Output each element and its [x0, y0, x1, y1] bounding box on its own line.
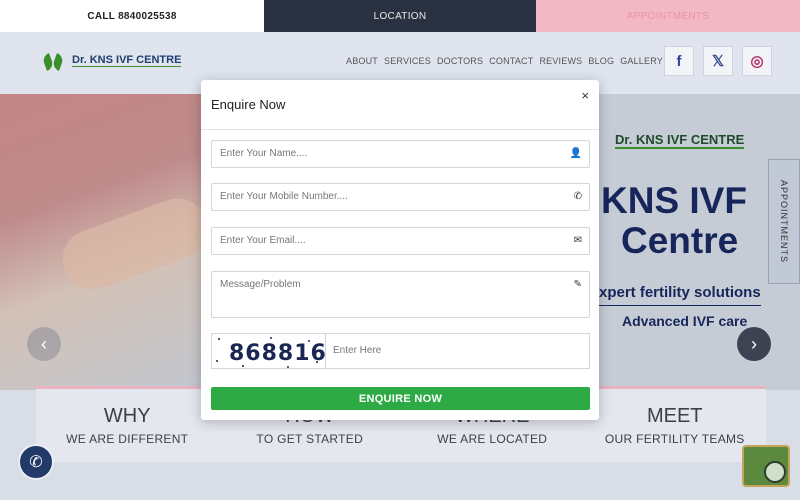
captcha-noise	[242, 365, 244, 367]
captcha-placeholder: Enter Here	[333, 345, 382, 356]
message-field[interactable]: Message/Problem ✎	[211, 271, 590, 318]
captcha-noise	[218, 338, 220, 340]
captcha-noise	[316, 361, 318, 363]
captcha-noise	[270, 337, 272, 339]
close-icon[interactable]: ×	[581, 88, 589, 103]
pencil-icon: ✎	[573, 279, 582, 290]
enquiry-modal: Enquire Now × Enter Your Name.... 👤 Ente…	[201, 80, 599, 420]
name-placeholder: Enter Your Name....	[220, 148, 308, 159]
envelope-icon: ✉	[573, 235, 582, 246]
modal-header: Enquire Now ×	[201, 80, 599, 130]
phone-icon: ✆	[573, 191, 582, 202]
email-placeholder: Enter Your Email....	[220, 235, 306, 246]
captcha-code: 868816	[229, 341, 325, 366]
enquire-now-button[interactable]: ENQUIRE NOW	[211, 387, 590, 410]
modal-title: Enquire Now	[211, 97, 286, 112]
captcha-image: 868816	[211, 333, 325, 369]
captcha-input[interactable]: Enter Here	[325, 333, 590, 369]
mobile-placeholder: Enter Your Mobile Number....	[220, 191, 348, 202]
email-field[interactable]: Enter Your Email.... ✉	[211, 227, 590, 255]
captcha-noise	[308, 340, 310, 342]
user-icon: 👤	[569, 148, 582, 159]
message-placeholder: Message/Problem	[220, 279, 301, 290]
name-field[interactable]: Enter Your Name.... 👤	[211, 140, 590, 168]
captcha-noise	[216, 360, 218, 362]
mobile-field[interactable]: Enter Your Mobile Number.... ✆	[211, 183, 590, 211]
captcha-noise	[287, 366, 289, 368]
